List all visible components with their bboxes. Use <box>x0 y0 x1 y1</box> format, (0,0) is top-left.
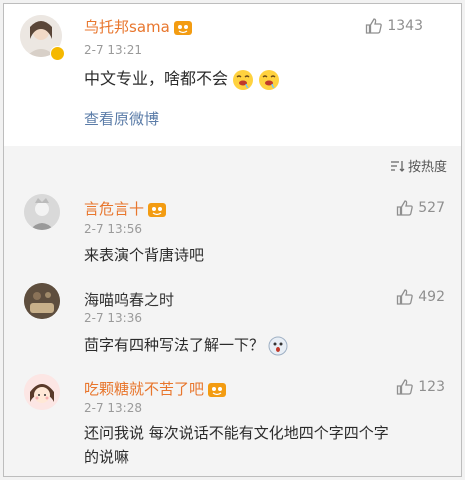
like-button[interactable]: 123 <box>396 378 445 396</box>
vip-level-icon <box>208 382 227 397</box>
comment-time: 2-7 13:28 <box>84 401 142 415</box>
view-original-link[interactable]: 查看原微博 <box>84 108 159 130</box>
comment-text-line-1: 还问我说 每次说话不能有文化地四个字四个字 <box>84 424 389 442</box>
thumbs-up-icon <box>366 18 383 34</box>
sort-by-hot-button[interactable]: 按热度 <box>390 156 447 175</box>
like-count: 492 <box>418 289 445 305</box>
username[interactable]: 乌托邦sama <box>84 16 192 37</box>
sort-label: 按热度 <box>407 160 447 175</box>
like-count: 123 <box>418 379 445 395</box>
comment-text: 中文专业，啥都不会 <box>84 68 280 91</box>
comment-time: 2-7 13:36 <box>84 311 142 325</box>
like-button[interactable]: 492 <box>396 288 445 306</box>
thumbs-up-icon <box>397 379 414 395</box>
shocked-emoji-icon <box>268 336 288 355</box>
like-button[interactable]: 527 <box>396 199 445 217</box>
thumbs-up-icon <box>397 289 414 305</box>
comment-time: 2-7 13:21 <box>84 43 142 57</box>
comment-time: 2-7 13:56 <box>84 222 142 236</box>
comment-panel: 乌托邦sama 2-7 13:21 1343 中文专业，啥都不会 查看原微博 按… <box>3 3 462 477</box>
verified-badge-icon <box>50 46 65 61</box>
drool-emoji-icon <box>259 69 280 90</box>
vip-level-icon <box>148 202 167 217</box>
comment-text: 茴字有四种写法了解一下？ <box>84 334 288 356</box>
vip-level-icon <box>173 20 192 35</box>
comment-text: 来表演个背唐诗吧 <box>84 246 205 264</box>
username[interactable]: 吃颗糖就不苦了吧 <box>84 378 227 399</box>
avatar[interactable] <box>24 374 60 410</box>
sort-icon <box>390 160 405 172</box>
username[interactable]: 海喵呜春之时 <box>84 289 174 310</box>
username[interactable]: 言危言十 <box>84 198 167 219</box>
avatar[interactable] <box>24 194 60 230</box>
avatar[interactable] <box>24 283 60 319</box>
like-count: 1343 <box>387 18 423 34</box>
comment-text-line-2: 的说嘛 <box>84 448 130 466</box>
main-comment: 乌托邦sama 2-7 13:21 1343 中文专业，啥都不会 查看原微博 <box>4 4 461 146</box>
like-button[interactable]: 1343 <box>365 17 423 35</box>
drool-emoji-icon <box>233 69 254 90</box>
thumbs-up-icon <box>397 200 414 216</box>
like-count: 527 <box>418 200 445 216</box>
